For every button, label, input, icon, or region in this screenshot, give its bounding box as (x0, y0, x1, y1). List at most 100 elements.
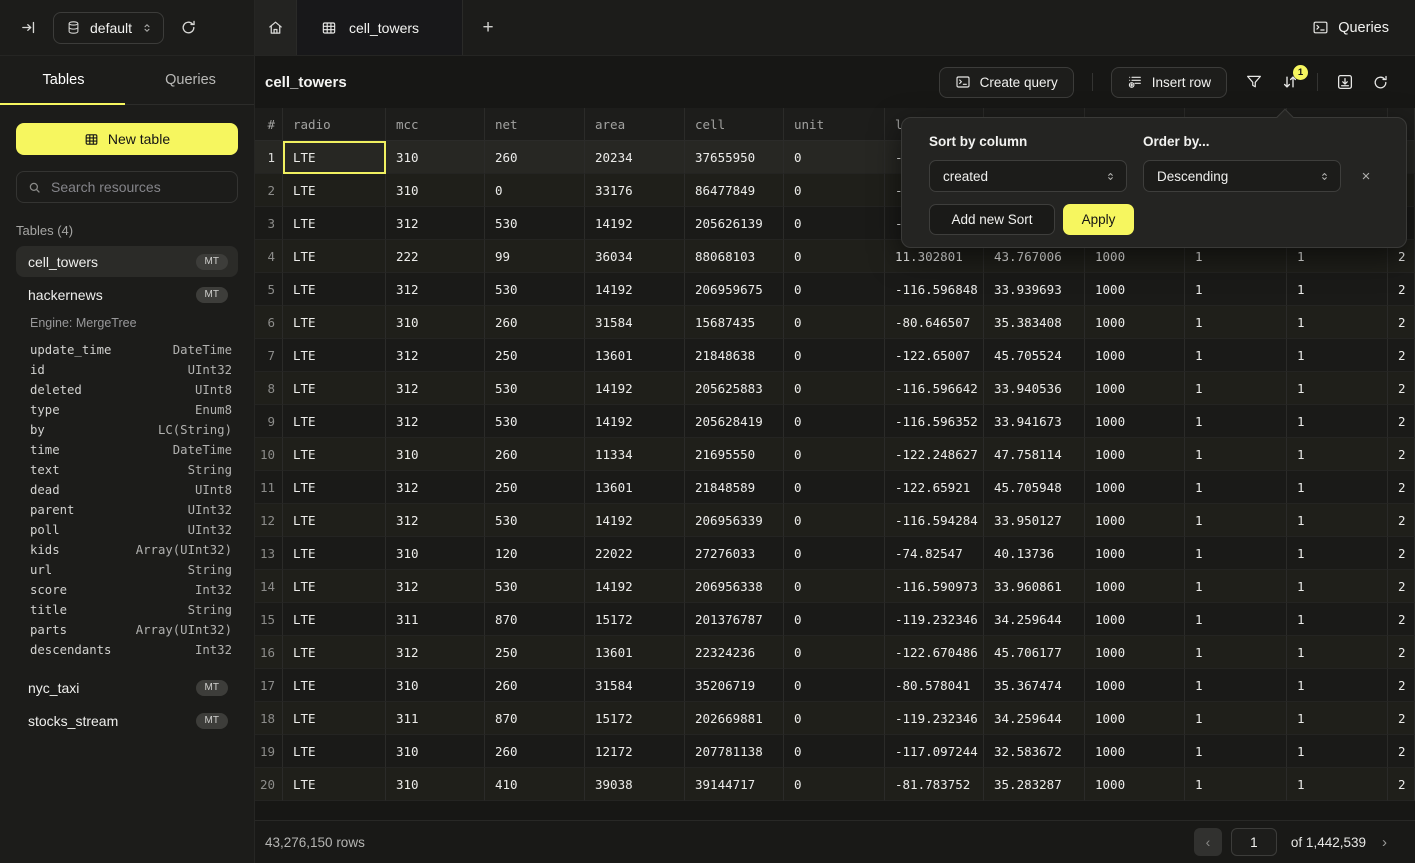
table-cell[interactable]: 312 (386, 504, 485, 537)
table-cell[interactable]: 2 (1388, 537, 1415, 570)
table-cell[interactable]: 39038 (585, 768, 685, 801)
search-input[interactable] (51, 179, 232, 195)
table-cell[interactable]: 1000 (1085, 570, 1185, 603)
table-row[interactable]: 10LTE31026011334216955500-122.24862747.7… (255, 438, 1415, 471)
table-cell[interactable]: 2 (1388, 339, 1415, 372)
table-cell[interactable]: 33.941673 (984, 405, 1085, 438)
table-cell[interactable]: 870 (485, 702, 585, 735)
table-cell[interactable]: 530 (485, 570, 585, 603)
table-cell[interactable]: 0 (784, 141, 885, 174)
sort-button[interactable]: 1 (1281, 73, 1299, 91)
table-cell[interactable]: 530 (485, 273, 585, 306)
table-cell[interactable]: LTE (283, 603, 386, 636)
table-cell[interactable]: -119.232346 (885, 702, 984, 735)
table-cell[interactable]: 33176 (585, 174, 685, 207)
table-cell[interactable]: 11334 (585, 438, 685, 471)
table-cell[interactable]: 27276033 (685, 537, 784, 570)
table-cell[interactable]: 22324236 (685, 636, 784, 669)
table-cell[interactable]: 260 (485, 735, 585, 768)
table-cell[interactable]: 2 (1388, 438, 1415, 471)
table-cell[interactable]: 1000 (1085, 735, 1185, 768)
add-new-sort-button[interactable]: Add new Sort (929, 204, 1055, 235)
table-cell[interactable]: 1000 (1085, 537, 1185, 570)
refresh-connection-icon[interactable] (180, 19, 197, 36)
table-cell[interactable]: 33.940536 (984, 372, 1085, 405)
table-cell[interactable]: 31584 (585, 669, 685, 702)
new-tab-button[interactable]: + (463, 0, 513, 55)
table-cell[interactable]: 14192 (585, 504, 685, 537)
table-cell[interactable]: 206959675 (685, 273, 784, 306)
refresh-button[interactable] (1372, 74, 1389, 91)
database-selector[interactable]: default (53, 12, 164, 44)
table-cell[interactable]: 36034 (585, 240, 685, 273)
table-cell[interactable]: 311 (386, 702, 485, 735)
table-cell[interactable]: 1 (1185, 570, 1287, 603)
table-cell[interactable]: 1 (1287, 504, 1388, 537)
table-cell[interactable]: 310 (386, 669, 485, 702)
table-cell[interactable]: 32.583672 (984, 735, 1085, 768)
table-cell[interactable]: LTE (283, 273, 386, 306)
table-cell[interactable]: 0 (784, 636, 885, 669)
table-cell[interactable]: 33.939693 (984, 273, 1085, 306)
sidebar-item-stocks-stream[interactable]: stocks_stream MT (16, 705, 238, 736)
table-cell[interactable]: 22022 (585, 537, 685, 570)
table-cell[interactable]: 312 (386, 570, 485, 603)
table-row[interactable]: 12LTE312530141922069563390-116.59428433.… (255, 504, 1415, 537)
table-cell[interactable]: LTE (283, 669, 386, 702)
table-cell[interactable]: 312 (386, 372, 485, 405)
table-cell[interactable]: 1 (1287, 372, 1388, 405)
table-cell[interactable]: 1 (1185, 702, 1287, 735)
table-row[interactable]: 8LTE312530141922056258830-116.59664233.9… (255, 372, 1415, 405)
table-cell[interactable]: -116.596848 (885, 273, 984, 306)
table-cell[interactable]: -122.248627 (885, 438, 984, 471)
queries-button[interactable]: Queries (1312, 19, 1389, 36)
selected-cell[interactable]: LTE (283, 141, 386, 174)
apply-sort-button[interactable]: Apply (1063, 204, 1134, 235)
table-cell[interactable]: 312 (386, 636, 485, 669)
table-row[interactable]: 17LTE31026031584352067190-80.57804135.36… (255, 669, 1415, 702)
table-cell[interactable]: -116.594284 (885, 504, 984, 537)
sidebar-tab-queries[interactable]: Queries (127, 56, 254, 104)
table-cell[interactable]: 1 (1287, 273, 1388, 306)
table-cell[interactable]: 222 (386, 240, 485, 273)
new-table-button[interactable]: New table (16, 123, 238, 155)
table-row[interactable]: 19LTE310260121722077811380-117.09724432.… (255, 735, 1415, 768)
table-cell[interactable]: 47.758114 (984, 438, 1085, 471)
table-cell[interactable]: 1 (1287, 669, 1388, 702)
table-cell[interactable]: 45.705948 (984, 471, 1085, 504)
table-cell[interactable]: 21848589 (685, 471, 784, 504)
table-cell[interactable]: 2 (1388, 372, 1415, 405)
table-cell[interactable]: 2 (1388, 702, 1415, 735)
table-row[interactable]: 20LTE31041039038391447170-81.78375235.28… (255, 768, 1415, 801)
table-cell[interactable]: -122.670486 (885, 636, 984, 669)
next-page-button[interactable]: › (1382, 834, 1387, 851)
table-cell[interactable]: 530 (485, 372, 585, 405)
table-cell[interactable]: 250 (485, 636, 585, 669)
table-row[interactable]: 13LTE31012022022272760330-74.8254740.137… (255, 537, 1415, 570)
table-cell[interactable]: LTE (283, 438, 386, 471)
home-button[interactable] (255, 0, 296, 55)
table-cell[interactable]: 1 (1287, 636, 1388, 669)
table-cell[interactable]: -80.578041 (885, 669, 984, 702)
table-cell[interactable]: 311 (386, 603, 485, 636)
table-cell[interactable]: 21848638 (685, 339, 784, 372)
table-cell[interactable]: 260 (485, 669, 585, 702)
table-cell[interactable]: 1 (1287, 768, 1388, 801)
table-cell[interactable]: 2 (1388, 504, 1415, 537)
sort-order-select[interactable]: Descending (1143, 160, 1341, 192)
column-header[interactable]: area (585, 108, 685, 141)
table-cell[interactable]: 1 (1185, 669, 1287, 702)
create-query-button[interactable]: Create query (939, 67, 1074, 98)
table-cell[interactable]: -81.783752 (885, 768, 984, 801)
remove-sort-button[interactable]: × (1354, 164, 1378, 188)
table-cell[interactable]: 310 (386, 141, 485, 174)
table-cell[interactable]: 1000 (1085, 372, 1185, 405)
table-cell[interactable]: 99 (485, 240, 585, 273)
table-cell[interactable]: 1 (1185, 537, 1287, 570)
table-cell[interactable]: -122.65921 (885, 471, 984, 504)
table-cell[interactable]: 205625883 (685, 372, 784, 405)
table-cell[interactable]: 1 (1287, 339, 1388, 372)
table-cell[interactable]: 312 (386, 207, 485, 240)
table-cell[interactable]: 13601 (585, 339, 685, 372)
table-cell[interactable]: 1 (1287, 438, 1388, 471)
